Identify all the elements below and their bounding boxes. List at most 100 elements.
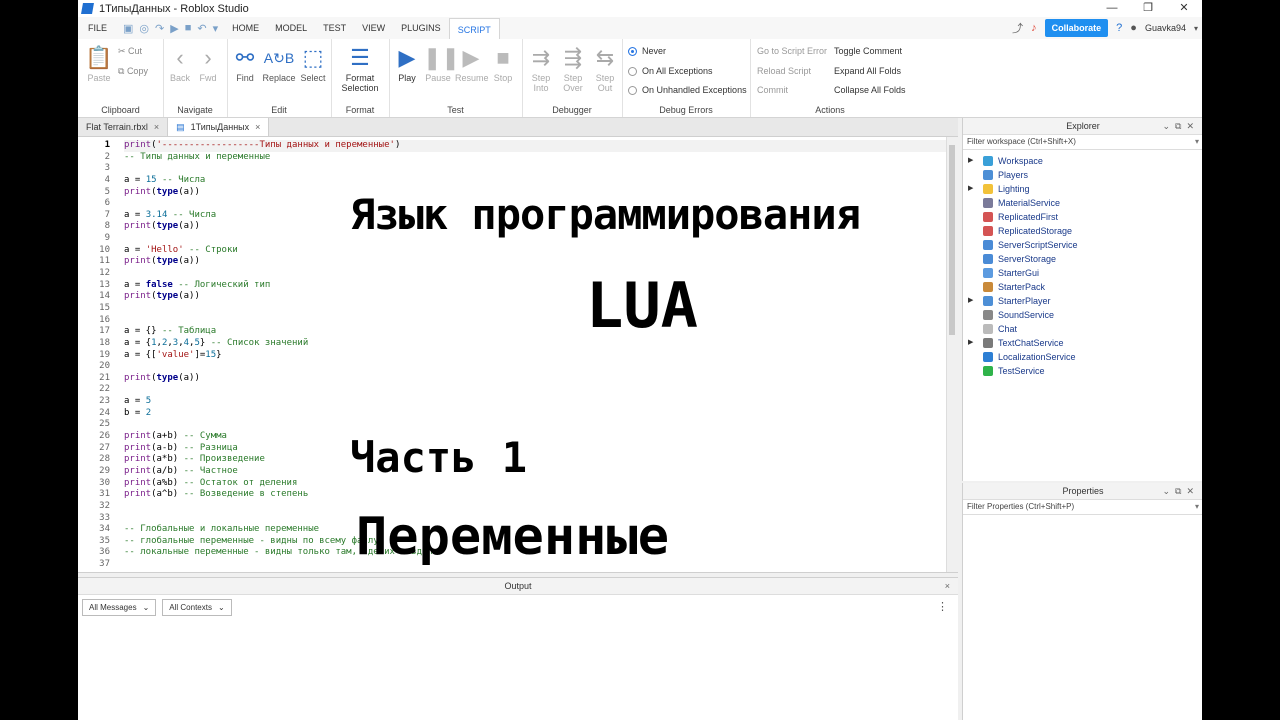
tab-model[interactable]: MODEL [267,17,315,39]
close-tab-icon[interactable]: × [154,118,159,136]
play-button[interactable]: ▶ Play [393,45,421,83]
explorer-item[interactable]: ReplicatedFirst [963,210,1202,224]
tab-script[interactable]: SCRIPT [448,17,500,40]
code-line[interactable] [124,268,946,280]
reload-script-button[interactable]: Reload Script [757,66,811,76]
close-window-button[interactable]: ✕ [1166,0,1202,17]
explorer-item[interactable]: ReplicatedStorage [963,224,1202,238]
explorer-item[interactable]: ServerScriptService [963,238,1202,252]
redo-icon[interactable]: ↷ [155,22,164,35]
dropdown-icon[interactable]: ▾ [213,22,219,35]
code-editor[interactable]: 1 2 3 4 5 6 7 8 9 10 11 12 13 14 15 16 17 18 19 20 21 22 23 24 2… [78,137,958,573]
help-icon[interactable]: ? [1116,22,1122,34]
chevron-down-icon[interactable]: ▾ [1195,135,1199,149]
format-selection-button[interactable]: ☰ Format Selection [335,45,385,93]
code-line[interactable]: print(a-b) -- Разница [124,443,946,455]
code-line[interactable]: print(a*b) -- Произведение [124,454,946,466]
messages-filter-dropdown[interactable]: All Messages ⌄ [82,599,157,616]
username[interactable]: Guavka94 [1145,23,1186,33]
code-line[interactable]: a = 15 -- Числа [124,175,946,187]
explorer-item[interactable]: ▶ Workspace [963,154,1202,168]
step-into-button[interactable]: ⇉ Step Into [526,45,556,93]
code-line[interactable]: print(a^b) -- Возведение в степень [124,489,946,501]
tab-home[interactable]: HOME [224,17,267,39]
code-line[interactable]: a = 5 [124,396,946,408]
tab-script-file[interactable]: ▤ 1ТипыДанных × [168,118,270,136]
code-line[interactable]: a = false -- Логический тип [124,280,946,292]
code-line[interactable]: a = 'Hello' -- Строки [124,245,946,257]
code-line[interactable] [124,419,946,431]
collapse-all-folds-button[interactable]: Collapse All Folds [834,85,906,95]
undo-icon[interactable]: ↶ [197,22,206,35]
tab-flat-terrain[interactable]: Flat Terrain.rbxl × [78,118,169,136]
panel-controls-icon[interactable]: ⌄⧉✕ [1162,118,1199,134]
radio-never[interactable]: Never [628,46,666,56]
expand-all-folds-button[interactable]: Expand All Folds [834,66,901,76]
code-line[interactable]: -- Типы данных и переменные [124,152,946,164]
explorer-item[interactable]: ▶ TextChatService [963,336,1202,350]
expand-arrow-icon[interactable]: ▶ [968,182,973,196]
step-over-button[interactable]: ⇶ Step Over [558,45,588,93]
explorer-item[interactable]: Players [963,168,1202,182]
more-options-icon[interactable]: ⋮ [937,600,948,613]
file-menu[interactable]: FILE [78,17,117,39]
pause-button[interactable]: ❚❚ Pause [423,45,460,83]
minimize-button[interactable]: — [1094,0,1130,17]
tab-plugins[interactable]: PLUGINS [393,17,449,39]
copy-button[interactable]: ⧉ Copy [118,66,148,77]
panel-controls-icon[interactable]: ⌄⧉✕ [1162,483,1199,499]
maximize-button[interactable]: ❐ [1130,0,1166,17]
save-icon[interactable]: ▣ [123,22,133,35]
code-line[interactable]: print(type(a)) [124,373,946,385]
radio-unhandled-exceptions[interactable]: On Unhandled Exceptions [628,85,747,95]
toggle-comment-button[interactable]: Toggle Comment [834,46,902,56]
explorer-item[interactable]: StarterPack [963,280,1202,294]
tab-view[interactable]: VIEW [354,17,393,39]
cut-button[interactable]: ✂ Cut [118,46,142,57]
user-avatar-icon[interactable]: ● [1130,22,1137,34]
close-tab-icon[interactable]: × [255,118,260,136]
select-button[interactable]: ⬚ Select [299,45,327,83]
find-button[interactable]: ⚯ Find [231,45,259,83]
radio-all-exceptions[interactable]: On All Exceptions [628,66,713,76]
tab-test[interactable]: TEST [315,17,354,39]
code-line[interactable]: print(type(a)) [124,291,946,303]
contexts-filter-dropdown[interactable]: All Contexts ⌄ [162,599,232,616]
code-line[interactable]: b = 2 [124,408,946,420]
editor-scrollbar[interactable] [946,137,958,572]
explorer-item[interactable]: StarterGui [963,266,1202,280]
paste-button[interactable]: 📋 Paste [84,45,114,83]
forward-button[interactable]: › Fwd [195,45,221,83]
explorer-item[interactable]: ▶ StarterPlayer [963,294,1202,308]
code-line[interactable]: print(a%b) -- Остаток от деления [124,478,946,490]
stop-button[interactable]: ■ Stop [489,45,517,83]
expand-arrow-icon[interactable]: ▶ [968,294,973,308]
explorer-item[interactable]: SoundService [963,308,1202,322]
go-to-script-error-button[interactable]: Go to Script Error [757,46,827,56]
code-line[interactable]: print(a+b) -- Сумма [124,431,946,443]
user-dropdown-icon[interactable]: ▾ [1194,24,1198,33]
properties-filter-input[interactable]: Filter Properties (Ctrl+Shift+P) ▾ [963,500,1202,515]
stop-icon[interactable]: ■ [185,22,192,34]
code-line[interactable] [124,384,946,396]
code-line[interactable] [124,303,946,315]
code-line[interactable]: a = {1,2,3,4,5} -- Список значений [124,338,946,350]
back-button[interactable]: ‹ Back [167,45,193,83]
code-line[interactable]: print(type(a)) [124,256,946,268]
close-output-icon[interactable]: × [945,578,950,594]
explorer-item[interactable]: ▶ Lighting [963,182,1202,196]
code-line[interactable]: print('------------------Типы данных и п… [124,140,946,152]
explorer-item[interactable]: Chat [963,322,1202,336]
code-line[interactable] [124,361,946,373]
binoculars-icon[interactable]: ◎ [139,22,149,35]
chevron-down-icon[interactable]: ▾ [1195,500,1199,514]
code-line[interactable] [124,163,946,175]
code-line[interactable]: a = {['value']=15} [124,350,946,362]
collaborate-button[interactable]: Collaborate [1044,19,1109,37]
expand-arrow-icon[interactable]: ▶ [968,154,973,168]
expand-arrow-icon[interactable]: ▶ [968,336,973,350]
notification-bell-icon[interactable]: ♪ [1031,22,1037,34]
scrollbar-thumb[interactable] [949,145,955,335]
explorer-item[interactable]: TestService [963,364,1202,378]
resume-button[interactable]: ▶ Resume [455,45,489,83]
